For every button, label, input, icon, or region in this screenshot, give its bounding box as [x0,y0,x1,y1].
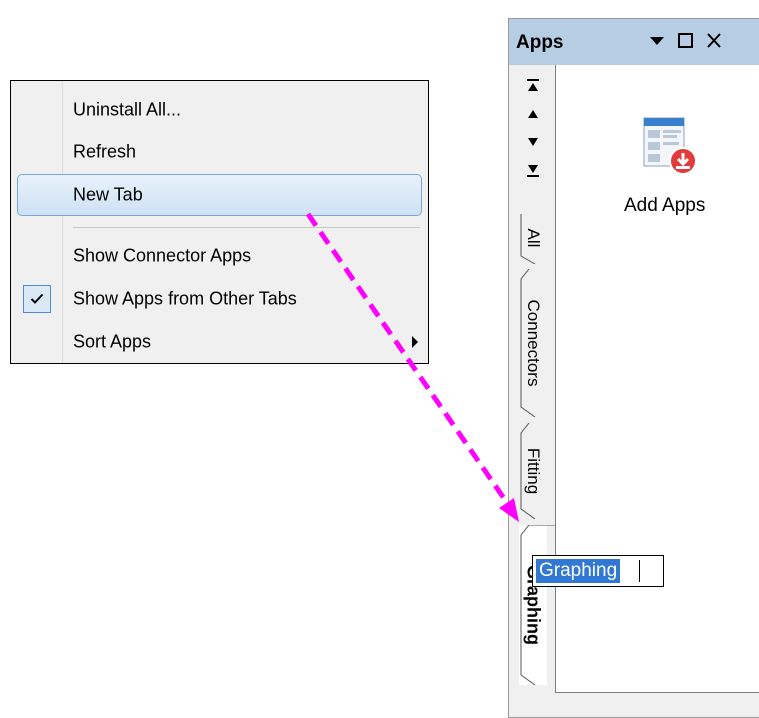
vertical-tab-strip: All Connectors Fitting Graphing [509,65,555,717]
submenu-arrow-icon [412,336,418,348]
tab-all[interactable]: All [519,212,547,264]
tab-label: Fitting [524,447,543,495]
tab-graphing[interactable]: Graphing [519,525,555,685]
apps-panel: Apps All Connectors Fitting Graphing Add… [508,18,759,718]
tab-label: All [524,228,543,248]
tab-fitting[interactable]: Fitting [519,423,547,519]
down-icon[interactable] [525,133,541,151]
menu-item-show-connector-apps[interactable]: Show Connector Apps [17,235,422,277]
last-icon[interactable] [525,161,541,179]
tab-label: Connectors [524,299,543,387]
add-apps-icon[interactable] [643,117,701,184]
context-menu: Uninstall All... Refresh New Tab Show Co… [10,80,429,364]
menu-item-label: Sort Apps [73,331,152,352]
menu-item-new-tab[interactable]: New Tab [17,174,422,216]
text-caret [639,560,640,582]
menu-item-uninstall-all[interactable]: Uninstall All... [17,89,422,131]
tab-connectors[interactable]: Connectors [519,269,547,417]
tab-rename-input[interactable]: Graphing [532,555,664,587]
menu-item-sort-apps[interactable]: Sort Apps [17,321,422,363]
menu-separator [73,227,420,228]
up-icon[interactable] [525,105,541,123]
close-icon[interactable] [705,31,723,55]
menu-item-label: Uninstall All... [73,99,182,120]
dropdown-arrow-icon[interactable] [649,31,665,55]
rename-selected-text: Graphing [536,559,621,583]
menu-item-label: New Tab [73,184,143,205]
menu-item-show-apps-from-other-tabs[interactable]: Show Apps from Other Tabs [17,278,422,320]
menu-item-label: Refresh [73,141,137,162]
panel-title: Apps [516,32,564,53]
add-apps-label[interactable]: Add Apps [624,195,705,217]
panel-titlebar: Apps [509,19,759,65]
first-icon[interactable] [525,77,541,95]
maximize-icon[interactable] [677,31,695,55]
menu-item-label: Show Apps from Other Tabs [73,288,297,309]
checkmark-icon [23,285,51,313]
apps-content-area: Add Apps [555,65,759,693]
menu-item-label: Show Connector Apps [73,245,252,266]
menu-item-refresh[interactable]: Refresh [17,131,422,173]
